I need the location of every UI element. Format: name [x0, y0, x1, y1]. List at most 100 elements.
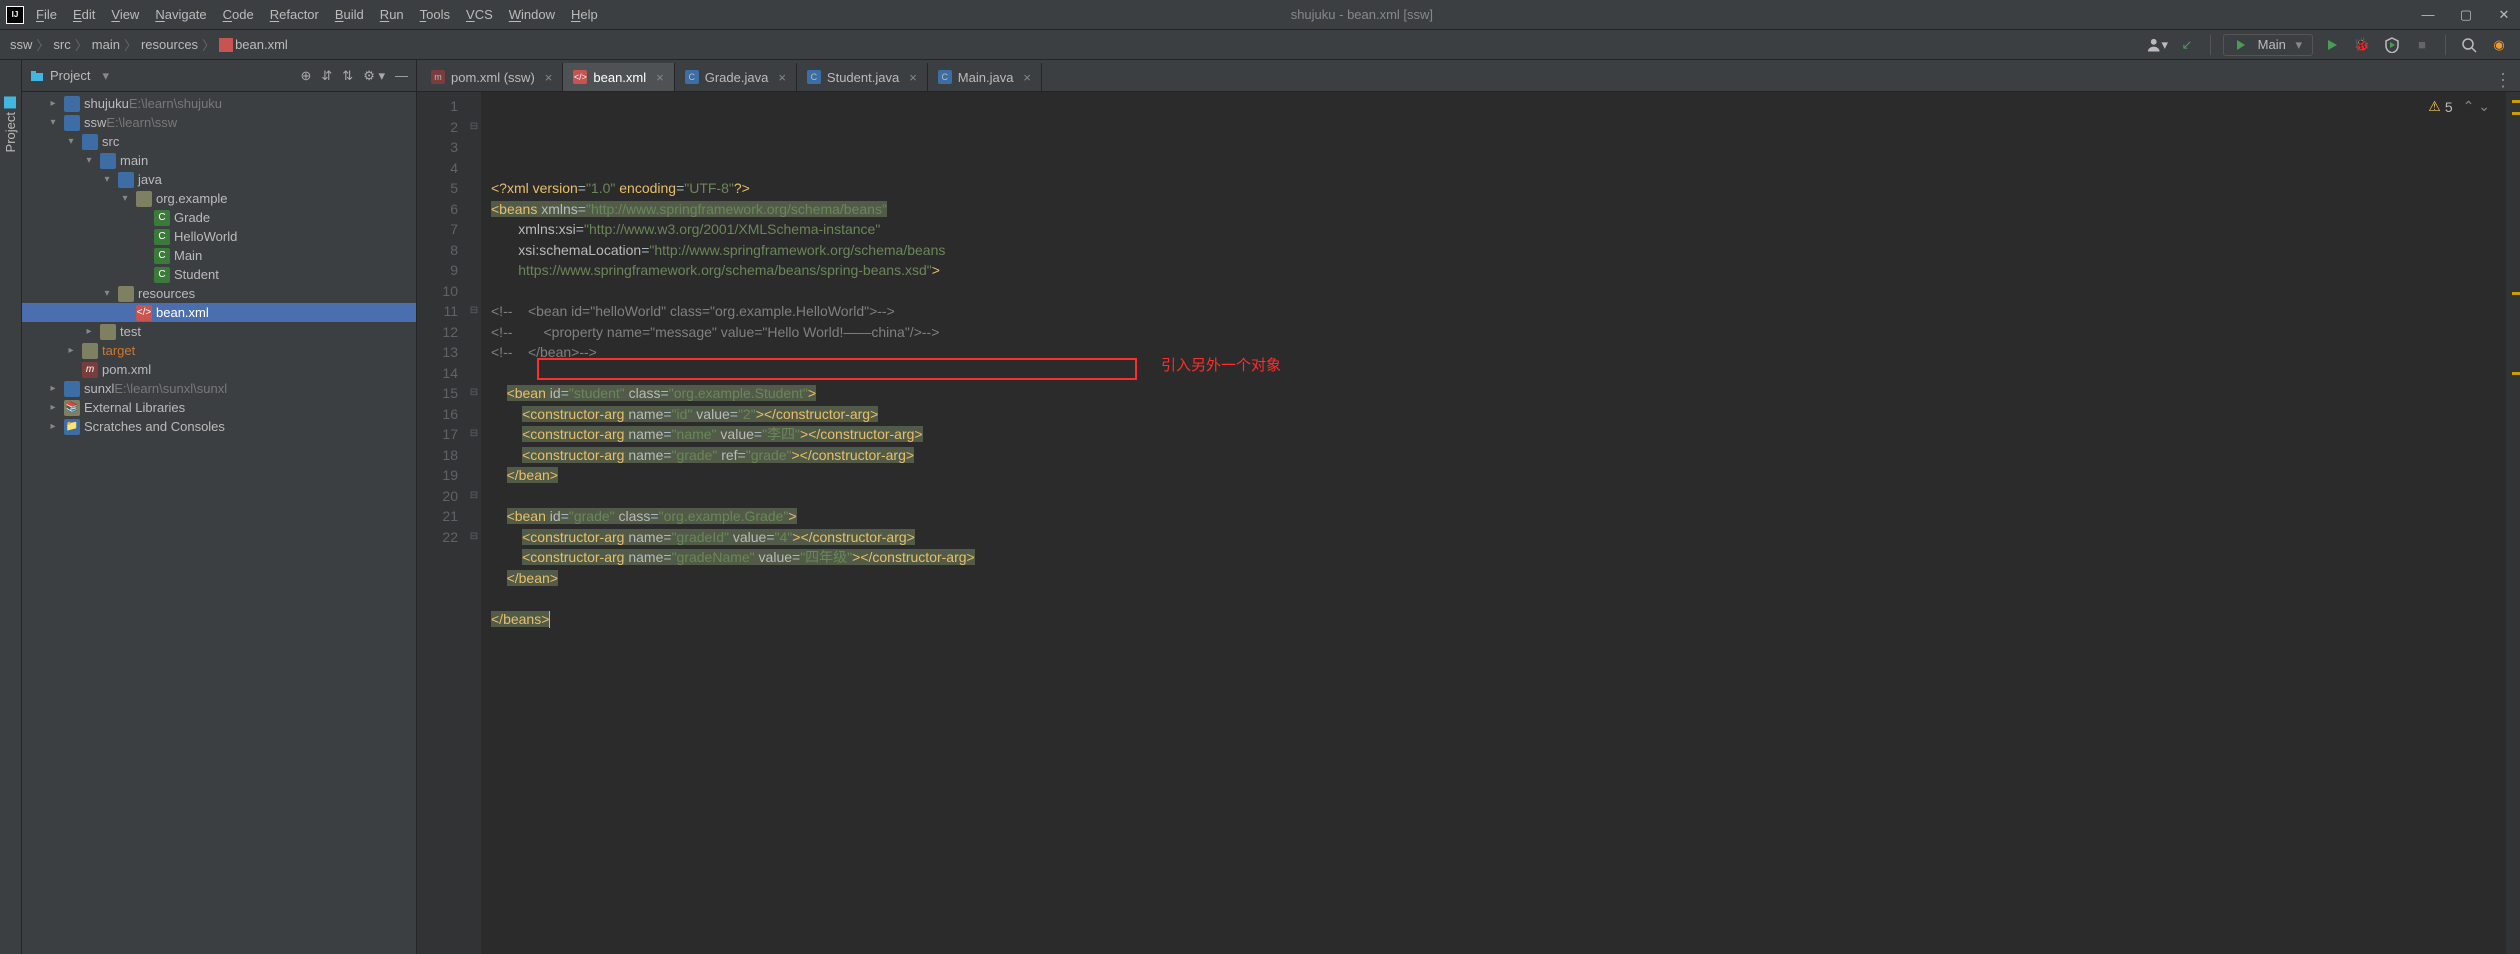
close-tab-icon[interactable]: ×: [545, 70, 553, 85]
code-line[interactable]: <?xml version="1.0" encoding="UTF-8"?>: [491, 178, 2506, 199]
breadcrumb-separator: 〉: [124, 35, 137, 54]
run-config-select[interactable]: Main ▾: [2223, 34, 2313, 56]
collapse-all-icon[interactable]: ⇅: [342, 68, 353, 84]
breadcrumb-item[interactable]: ssw: [10, 37, 32, 52]
minimize-button[interactable]: —: [2418, 7, 2438, 23]
tree-item[interactable]: shujuku E:\learn\shujuku: [22, 94, 416, 113]
tree-item[interactable]: CStudent: [22, 265, 416, 284]
code-line[interactable]: </beans>: [491, 609, 2506, 630]
editor-tab[interactable]: CStudent.java×: [797, 63, 928, 91]
editor-tab[interactable]: CGrade.java×: [675, 63, 797, 91]
menu-run[interactable]: Run: [372, 3, 412, 26]
main-menu: FileEditViewNavigateCodeRefactorBuildRun…: [28, 3, 606, 26]
hide-panel-icon[interactable]: —: [395, 68, 408, 84]
menu-code[interactable]: Code: [215, 3, 262, 26]
menu-navigate[interactable]: Navigate: [147, 3, 214, 26]
code-line[interactable]: <bean id="grade" class="org.example.Grad…: [491, 506, 2506, 527]
tree-item[interactable]: resources: [22, 284, 416, 303]
code-line[interactable]: </bean>: [491, 465, 2506, 486]
project-tree[interactable]: shujuku E:\learn\shujukussw E:\learn\ssw…: [22, 92, 416, 954]
tree-item[interactable]: CMain: [22, 246, 416, 265]
menu-view[interactable]: View: [103, 3, 147, 26]
settings-icon[interactable]: ◉: [2488, 34, 2510, 56]
debug-button[interactable]: 🐞: [2351, 34, 2373, 56]
menu-window[interactable]: Window: [501, 3, 563, 26]
run-button[interactable]: [2321, 34, 2343, 56]
close-tab-icon[interactable]: ×: [1023, 70, 1031, 85]
error-stripe[interactable]: [2506, 92, 2520, 954]
tree-item[interactable]: mpom.xml: [22, 360, 416, 379]
code-line[interactable]: xmlns:xsi="http://www.w3.org/2001/XMLSch…: [491, 219, 2506, 240]
code-line[interactable]: [491, 281, 2506, 302]
settings-gear-icon[interactable]: ⚙ ▾: [363, 68, 385, 84]
xml-icon: </>: [573, 70, 587, 84]
code-content[interactable]: 引入另外一个对象 <?xml version="1.0" encoding="U…: [481, 92, 2506, 954]
editor-tab[interactable]: CMain.java×: [928, 63, 1042, 91]
code-line[interactable]: <constructor-arg name="gradeId" value="4…: [491, 527, 2506, 548]
code-line[interactable]: <!-- <bean id="helloWorld" class="org.ex…: [491, 301, 2506, 322]
coverage-button[interactable]: [2381, 34, 2403, 56]
menu-edit[interactable]: Edit: [65, 3, 103, 26]
tree-item[interactable]: main: [22, 151, 416, 170]
code-line[interactable]: https://www.springframework.org/schema/b…: [491, 260, 2506, 281]
code-line[interactable]: [491, 486, 2506, 507]
tree-item[interactable]: 📁Scratches and Consoles: [22, 417, 416, 436]
close-tab-icon[interactable]: ×: [656, 70, 664, 85]
stop-button[interactable]: ■: [2411, 34, 2433, 56]
code-line[interactable]: <!-- <property name="message" value="Hel…: [491, 322, 2506, 343]
code-line[interactable]: <constructor-arg name="id" value="2"></c…: [491, 404, 2506, 425]
project-tool-button[interactable]: Project: [3, 90, 18, 158]
menu-tools[interactable]: Tools: [412, 3, 458, 26]
code-line[interactable]: <beans xmlns="http://www.springframework…: [491, 199, 2506, 220]
breadcrumb-item[interactable]: bean.xml: [219, 37, 288, 53]
menu-vcs[interactable]: VCS: [458, 3, 501, 26]
code-line[interactable]: <constructor-arg name="grade" ref="grade…: [491, 445, 2506, 466]
code-line[interactable]: [491, 363, 2506, 384]
code-line[interactable]: <bean id="student" class="org.example.St…: [491, 383, 2506, 404]
tree-item[interactable]: CHelloWorld: [22, 227, 416, 246]
code-line[interactable]: <constructor-arg name="name" value="李四">…: [491, 424, 2506, 445]
tree-item[interactable]: CGrade: [22, 208, 416, 227]
close-button[interactable]: ✕: [2494, 7, 2514, 23]
breadcrumb-item[interactable]: main: [92, 37, 120, 52]
maximize-button[interactable]: ▢: [2456, 7, 2476, 23]
user-icon[interactable]: ▾: [2146, 34, 2168, 56]
line-number-gutter[interactable]: 12345678910111213141516171819202122: [417, 92, 467, 954]
breadcrumb-item[interactable]: src: [53, 37, 70, 52]
tree-item[interactable]: ssw E:\learn\ssw: [22, 113, 416, 132]
tree-item[interactable]: </>bean.xml: [22, 303, 416, 322]
tree-item[interactable]: 📚External Libraries: [22, 398, 416, 417]
breadcrumb[interactable]: ssw〉src〉main〉resources〉bean.xml: [10, 35, 288, 54]
editor-tab[interactable]: </>bean.xml×: [563, 63, 674, 91]
inspection-widget[interactable]: ⚠ 5 ⌃ ⌄: [2428, 98, 2490, 115]
project-view-select[interactable]: Project ▾: [30, 68, 109, 84]
sync-icon[interactable]: ↙: [2176, 34, 2198, 56]
menu-help[interactable]: Help: [563, 3, 606, 26]
menu-refactor[interactable]: Refactor: [262, 3, 327, 26]
editor-tab[interactable]: mpom.xml (ssw)×: [421, 63, 563, 91]
code-line[interactable]: <!-- </bean>-->: [491, 342, 2506, 363]
select-opened-file-icon[interactable]: ⊕: [300, 68, 311, 84]
tree-item[interactable]: java: [22, 170, 416, 189]
tree-item[interactable]: test: [22, 322, 416, 341]
menu-build[interactable]: Build: [327, 3, 372, 26]
tree-item[interactable]: src: [22, 132, 416, 151]
menu-file[interactable]: File: [28, 3, 65, 26]
close-tab-icon[interactable]: ×: [909, 70, 917, 85]
fold-column[interactable]: ⊟⊟⊟⊟⊟⊟: [467, 92, 481, 954]
tree-item[interactable]: org.example: [22, 189, 416, 208]
tree-item[interactable]: target: [22, 341, 416, 360]
expand-all-icon[interactable]: ⇵: [321, 68, 332, 84]
close-tab-icon[interactable]: ×: [778, 70, 786, 85]
editor-area: mpom.xml (ssw)×</>bean.xml×CGrade.java×C…: [417, 60, 2520, 954]
code-line[interactable]: <constructor-arg name="gradeName" value=…: [491, 547, 2506, 568]
tree-item[interactable]: sunxl E:\learn\sunxl\sunxl: [22, 379, 416, 398]
tool-window-bar-left: Project: [0, 60, 22, 954]
tabs-more-icon[interactable]: ⋮: [2494, 70, 2520, 91]
code-line[interactable]: </bean>: [491, 568, 2506, 589]
code-line[interactable]: xsi:schemaLocation="http://www.springfra…: [491, 240, 2506, 261]
search-everywhere-icon[interactable]: [2458, 34, 2480, 56]
tab-label: Grade.java: [705, 70, 769, 85]
breadcrumb-item[interactable]: resources: [141, 37, 198, 52]
code-line[interactable]: [491, 588, 2506, 609]
